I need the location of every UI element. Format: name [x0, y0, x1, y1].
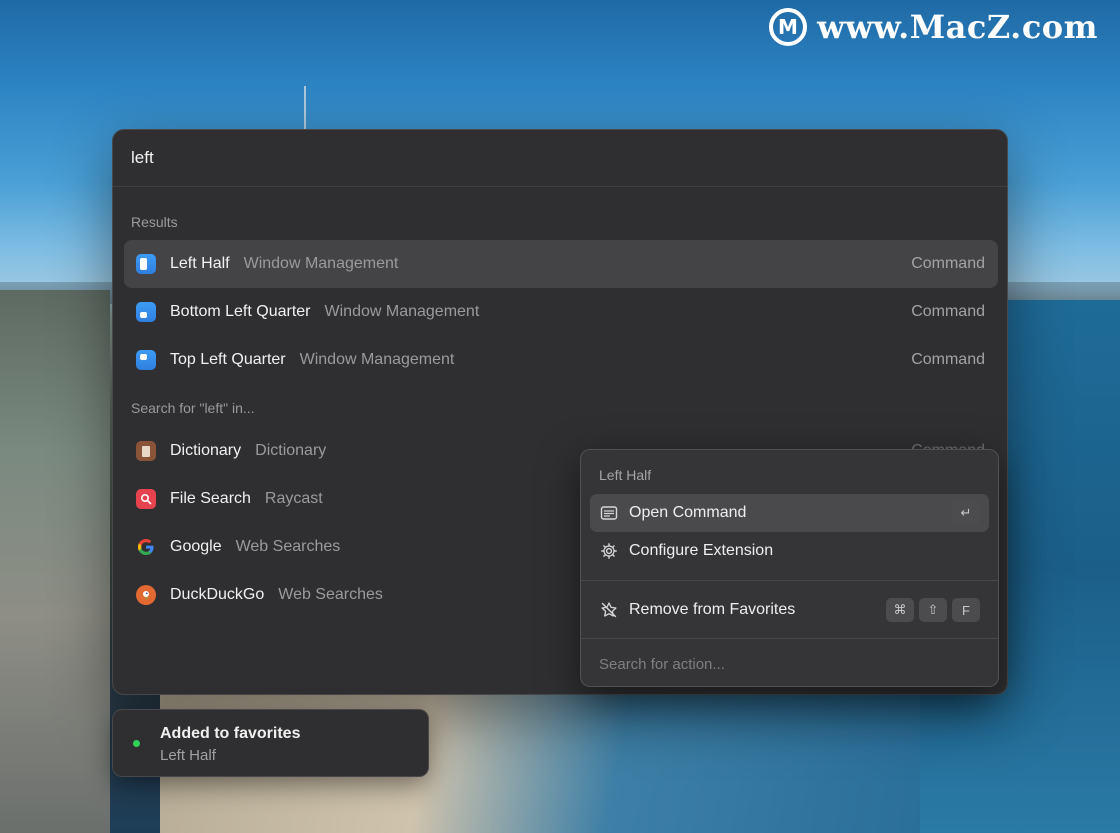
toast-notification: Added to favorites Left Half [112, 709, 429, 777]
window-bottom-left-icon [136, 302, 156, 322]
return-key: ↵ [952, 501, 980, 525]
section-title-search-in: Search for "left" in... [131, 400, 255, 416]
shortcut: ⌘ ⇧ F [886, 598, 980, 622]
shift-key: ⇧ [919, 598, 947, 622]
command-key: ⌘ [886, 598, 914, 622]
toast-title: Added to favorites [160, 725, 301, 742]
row-title: Dictionary [170, 442, 242, 459]
row-subtitle: Dictionary [255, 442, 327, 459]
row-subtitle: Window Management [324, 303, 480, 320]
shortcut: ↵ [952, 501, 980, 525]
window-top-left-icon [136, 350, 156, 370]
f-key: F [952, 598, 980, 622]
row-subtitle: Web Searches [235, 538, 341, 555]
divider [581, 638, 998, 639]
action-label: Remove from Favorites [629, 601, 796, 618]
row-subtitle: Window Management [299, 351, 455, 368]
toast-subtitle: Left Half [160, 747, 216, 764]
row-accessory: Command [911, 255, 985, 272]
result-row-bottom-left-quarter[interactable]: Bottom Left Quarter Window Management Co… [124, 288, 998, 336]
duckduckgo-icon [136, 585, 156, 605]
file-search-icon [136, 489, 156, 509]
command-window-icon [600, 504, 618, 522]
action-configure-extension[interactable]: Configure Extension [590, 532, 989, 570]
row-subtitle: Window Management [243, 255, 399, 272]
success-status-icon [133, 740, 140, 747]
action-label: Configure Extension [629, 542, 774, 559]
watermark: M www.MacZ.com [769, 8, 1098, 46]
google-icon [136, 537, 156, 557]
result-row-left-half[interactable]: Left Half Window Management Command [124, 240, 998, 288]
action-panel: Left Half Open Command ↵ Configure Exten… [580, 449, 999, 687]
result-row-top-left-quarter[interactable]: Top Left Quarter Window Management Comma… [124, 336, 998, 384]
row-title: Left Half [170, 255, 230, 272]
row-accessory: Command [911, 351, 985, 368]
search-bar [113, 130, 1007, 187]
row-title: File Search [170, 490, 251, 507]
action-label: Open Command [629, 504, 747, 521]
row-subtitle: Raycast [264, 490, 323, 507]
action-remove-from-favorites[interactable]: Remove from Favorites ⌘ ⇧ F [590, 591, 989, 629]
row-title: Google [170, 538, 222, 555]
section-title-results: Results [131, 214, 178, 230]
row-title: Top Left Quarter [170, 351, 286, 368]
dictionary-icon [136, 441, 156, 461]
row-title: Bottom Left Quarter [170, 303, 311, 320]
watermark-text: www.MacZ.com [817, 8, 1098, 46]
divider [581, 580, 998, 581]
gear-icon [600, 542, 618, 560]
star-slash-icon [600, 601, 618, 619]
window-left-half-icon [136, 254, 156, 274]
action-search-input[interactable] [599, 656, 979, 673]
background-city [0, 290, 110, 833]
action-open-command[interactable]: Open Command ↵ [590, 494, 989, 532]
row-accessory: Command [911, 303, 985, 320]
search-input[interactable] [131, 148, 731, 168]
background-antenna [304, 86, 306, 132]
watermark-logo-icon: M [769, 8, 808, 46]
row-subtitle: Web Searches [278, 586, 383, 603]
row-title: DuckDuckGo [170, 586, 265, 603]
action-panel-title: Left Half [599, 467, 652, 483]
